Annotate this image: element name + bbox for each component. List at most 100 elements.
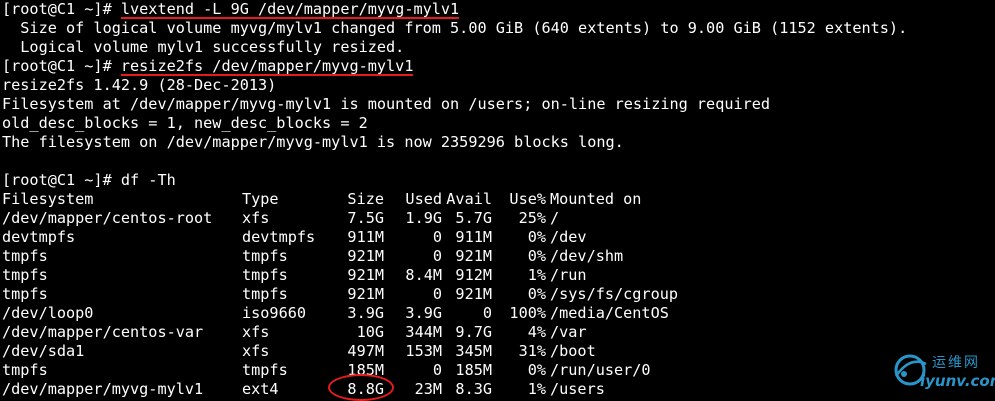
output-line: resize2fs 1.42.9 (28-Dec-2013) (2, 76, 277, 94)
column-header: Size (347, 190, 384, 208)
df-table-row: /dev/mapper/centos-root xfs 7.5G 1.9G 5.7G 25… (2, 209, 780, 228)
df-table-cell: 3.9G (405, 304, 442, 322)
output-line: Logical volume mylv1 successfully resize… (2, 38, 405, 56)
df-table-cell: tmpfs (242, 361, 288, 379)
df-table-cell: /dev/sda1 (2, 342, 85, 360)
df-table-cell: ext4 (242, 380, 279, 398)
output-line: Size of logical volume myvg/mylv1 change… (2, 19, 908, 37)
df-table-cell: tmpfs (2, 247, 48, 265)
df-table-cell: 9.7G (455, 323, 492, 341)
output-line: The filesystem on /dev/mapper/myvg-mylv1… (2, 133, 624, 151)
df-table-cell: 344M (405, 323, 442, 341)
column-header: Type (242, 190, 279, 208)
df-table-cell: xfs (242, 209, 270, 227)
df-table-cell: tmpfs (2, 361, 48, 379)
shell-prompt: [root@C1 ~]# (2, 57, 121, 75)
df-table-cell: devtmpfs (2, 228, 76, 246)
output-line: old_desc_blocks = 1, new_desc_blocks = 2 (2, 114, 368, 132)
watermark: 运维网 iyunv.com (890, 350, 995, 401)
df-table-cell: xfs (242, 323, 270, 341)
df-table-cell: 911M (347, 228, 384, 246)
red-circle-annotation (328, 374, 394, 401)
df-table-cell: devtmpfs (242, 228, 316, 246)
command-line-df: [root@C1 ~]# df -Th (2, 171, 993, 190)
shell-prompt: [root@C1 ~]# (2, 0, 121, 18)
df-table-cell: 497M (347, 342, 384, 360)
df-table-cell: tmpfs (242, 266, 288, 284)
df-table-cell: /dev/mapper/myvg-mylv1 (2, 380, 204, 398)
command-line-resize2fs: [root@C1 ~]# resize2fs /dev/mapper/myvg-… (2, 57, 993, 76)
command-text: lvextend -L 9G /dev/mapper/myvg-mylv1 (120, 0, 460, 19)
column-header: Used (405, 190, 442, 208)
df-table-cell: /dev/loop0 (2, 304, 94, 322)
df-table-cell: 185M (455, 361, 492, 379)
df-table-cell: 0% (527, 361, 546, 379)
df-table-cell: tmpfs (242, 285, 288, 303)
df-table-cell: /dev/shm (550, 247, 624, 265)
df-table-cell: 921M (347, 285, 384, 303)
df-table-row: tmpfs tmpfs 921M 0 921M 0%/sys/fs/cgroup (2, 285, 780, 304)
df-table-row: devtmpfs devtmpfs 911M 0 911M 0%/dev (2, 228, 780, 247)
df-table-cell: tmpfs (2, 285, 48, 303)
df-table-row: tmpfs tmpfs 185M 0 185M 0%/run/user/0 (2, 361, 780, 380)
df-table-cell: 153M (405, 342, 442, 360)
df-table-cell: 0 (482, 304, 492, 322)
command-lvextend: lvextend -L 9G /dev/mapper/myvg-mylv1 (120, 0, 460, 18)
df-table-cell: 7.5G (347, 209, 384, 227)
df-table-cell: 0% (527, 228, 546, 246)
column-header: Filesystem (2, 190, 94, 208)
df-table-cell: 0 (432, 285, 442, 303)
command-df: df -Th (120, 171, 176, 189)
df-table-row: tmpfs tmpfs 921M 8.4M 912M 1%/run (2, 266, 780, 285)
df-table-cell: 921M (455, 285, 492, 303)
column-header: Use% (509, 190, 546, 208)
df-table-cell: /run (550, 266, 587, 284)
df-table-cell: /users (550, 380, 605, 398)
command-text: resize2fs /dev/mapper/myvg-mylv1 (120, 57, 414, 76)
df-table-row: /dev/mapper/centos-var xfs 10G 344M 9.7G 4%/v… (2, 323, 780, 342)
df-table-cell: /dev/mapper/centos-var (2, 323, 204, 341)
df-table-cell: 10G (356, 323, 384, 341)
df-table-cell: 0 (432, 228, 442, 246)
terminal-window[interactable]: [root@C1 ~]# lvextend -L 9G /dev/mapper/… (2, 0, 993, 401)
df-header-row: Filesystem Type Size Used Avail Use% Mou… (2, 190, 780, 209)
df-table-cell: 921M (347, 247, 384, 265)
df-table-row: tmpfs tmpfs 921M 0 921M 0%/dev/shm (2, 247, 780, 266)
df-table-cell: 100% (509, 304, 546, 322)
df-table-cell: 0 (432, 247, 442, 265)
df-table-cell: 0% (527, 285, 546, 303)
df-table-cell: /sys/fs/cgroup (550, 285, 679, 303)
df-table-cell: 31% (518, 342, 546, 360)
df-table-cell: 5.7G (455, 209, 492, 227)
df-table-cell: xfs (242, 342, 270, 360)
df-table-cell: 0 (432, 361, 442, 379)
df-output-table: Filesystem Type Size Used Avail Use% Mou… (2, 190, 780, 399)
command-line-lvextend: [root@C1 ~]# lvextend -L 9G /dev/mapper/… (2, 0, 993, 19)
df-table-cell: 911M (455, 228, 492, 246)
df-table-cell: /dev (550, 228, 587, 246)
column-header: Avail (446, 190, 492, 208)
df-table-cell: tmpfs (2, 266, 48, 284)
df-table-row: /dev/sda1 xfs 497M 153M 345M 31%/boot (2, 342, 780, 361)
df-table-cell: 1% (527, 266, 546, 284)
df-table-cell: 3.9G (347, 304, 384, 322)
column-header: Mounted on (550, 190, 642, 208)
df-table-cell: 1% (527, 380, 546, 398)
df-table-cell: 1.9G (405, 209, 442, 227)
df-table-cell: 4% (527, 323, 546, 341)
df-table-cell: / (550, 209, 560, 227)
df-table-cell: iso9660 (242, 304, 307, 322)
df-table-cell: 8.4M (405, 266, 442, 284)
watermark-text-cn: 运维网 (932, 355, 980, 371)
df-table-cell: /var (550, 323, 587, 341)
df-table-cell: 921M (347, 266, 384, 284)
output-line: Filesystem at /dev/mapper/myvg-mylv1 is … (2, 95, 771, 113)
df-table-cell: /boot (550, 342, 596, 360)
df-table-cell: 912M (455, 266, 492, 284)
df-table-cell: 8.3G (455, 380, 492, 398)
command-resize2fs: resize2fs /dev/mapper/myvg-mylv1 (120, 57, 414, 75)
df-table-cell: /media/CentOS (550, 304, 669, 322)
df-table-cell: 25% (518, 209, 546, 227)
df-table-cell: 345M (455, 342, 492, 360)
